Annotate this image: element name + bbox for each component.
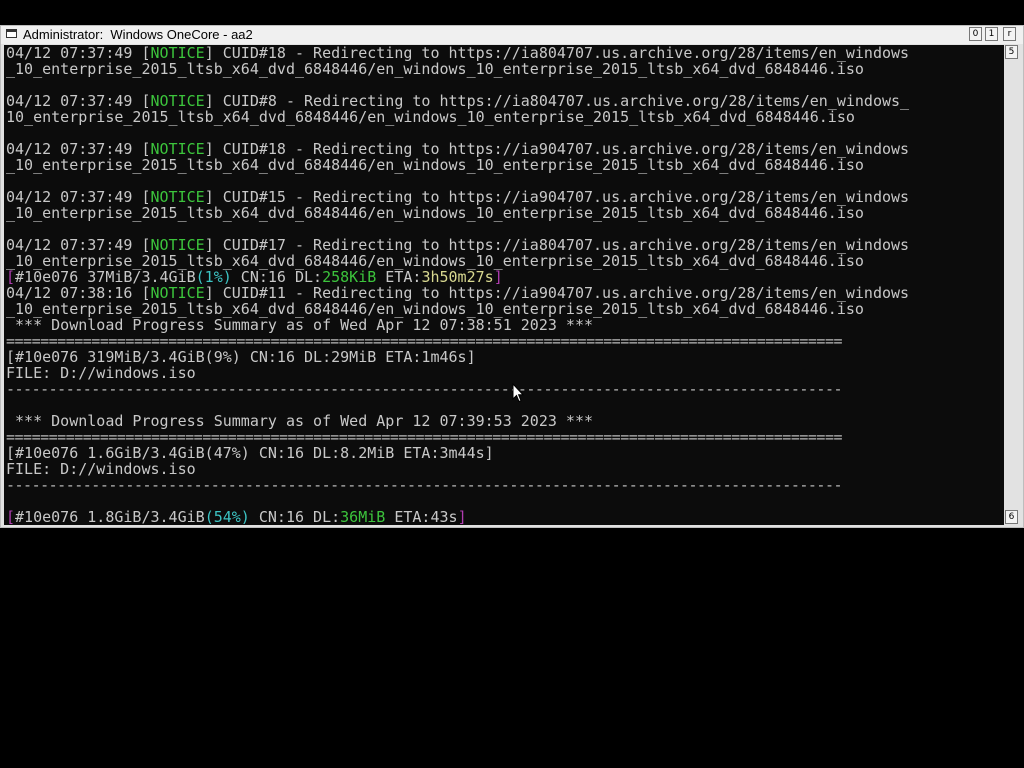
vertical-scrollbar[interactable]: 5 6: [1004, 45, 1020, 525]
console-line: [#10e076 1.6GiB/3.4GiB(47%) CN:16 DL:8.2…: [6, 445, 909, 461]
console-text: #10e076 1.8GiB/3.4GiB: [15, 508, 205, 525]
console-lines: 04/12 07:37:49 [NOTICE] CUID#18 - Redire…: [6, 45, 909, 525]
scroll-down-button[interactable]: 6: [1005, 510, 1018, 524]
console-text: _10_enterprise_2015_ltsb_x64_dvd_6848446…: [6, 60, 864, 78]
console-line: 04/12 07:37:49 [NOTICE] CUID#15 - Redire…: [6, 189, 909, 205]
console-text: _10_enterprise_2015_ltsb_x64_dvd_6848446…: [6, 204, 864, 222]
console-line: ========================================…: [6, 429, 909, 445]
console-line: 10_enterprise_2015_ltsb_x64_dvd_6848446/…: [6, 109, 909, 125]
close-button[interactable]: r: [1003, 27, 1016, 41]
console-line: 04/12 07:38:16 [NOTICE] CUID#11 - Redire…: [6, 285, 909, 301]
maximize-button[interactable]: 1: [985, 27, 998, 41]
console-line: _10_enterprise_2015_ltsb_x64_dvd_6848446…: [6, 157, 909, 173]
console-text: (54%): [204, 508, 250, 525]
console-text: ----------------------------------------…: [6, 380, 843, 398]
console-line: *** Download Progress Summary as of Wed …: [6, 413, 909, 429]
minimize-button[interactable]: 0: [969, 27, 982, 41]
console-line: 04/12 07:37:49 [NOTICE] CUID#18 - Redire…: [6, 45, 909, 61]
console-text: 36MiB: [340, 508, 386, 525]
console-text: [: [6, 508, 16, 525]
console-line: _10_enterprise_2015_ltsb_x64_dvd_6848446…: [6, 301, 909, 317]
console-line: [#10e076 319MiB/3.4GiB(9%) CN:16 DL:29Mi…: [6, 349, 909, 365]
window-title: Administrator: Windows OneCore - aa2: [23, 27, 253, 42]
console-window-icon[interactable]: [6, 29, 17, 38]
console-line: *** Download Progress Summary as of Wed …: [6, 317, 909, 333]
console-text: ----------------------------------------…: [6, 476, 843, 494]
console-line: [#10e076 37MiB/3.4GiB(1%) CN:16 DL:258Ki…: [6, 269, 909, 285]
console-text: CN:16 DL:: [249, 508, 341, 525]
console-line: _10_enterprise_2015_ltsb_x64_dvd_6848446…: [6, 253, 909, 269]
title-bar[interactable]: Administrator: Windows OneCore - aa2 0 1…: [1, 26, 1023, 44]
console-window[interactable]: Administrator: Windows OneCore - aa2 0 1…: [0, 25, 1024, 528]
scroll-up-button[interactable]: 5: [1005, 45, 1018, 59]
console-line: FILE: D://windows.iso: [6, 365, 909, 381]
console-line: ----------------------------------------…: [6, 477, 909, 493]
console-line: 04/12 07:37:49 [NOTICE] CUID#8 - Redirec…: [6, 93, 909, 109]
console-line: 04/12 07:37:49 [NOTICE] CUID#18 - Redire…: [6, 141, 909, 157]
console-line: _10_enterprise_2015_ltsb_x64_dvd_6848446…: [6, 205, 909, 221]
console-text: ETA:43s: [385, 508, 458, 525]
console-text: _10_enterprise_2015_ltsb_x64_dvd_6848446…: [6, 156, 864, 174]
console-line: ----------------------------------------…: [6, 381, 909, 397]
console-line: _10_enterprise_2015_ltsb_x64_dvd_6848446…: [6, 61, 909, 77]
console-text: 10_enterprise_2015_ltsb_x64_dvd_6848446/…: [6, 108, 855, 126]
console-text: ]: [457, 508, 467, 525]
console-output[interactable]: 04/12 07:37:49 [NOTICE] CUID#18 - Redire…: [4, 45, 1004, 525]
console-line: 04/12 07:37:49 [NOTICE] CUID#17 - Redire…: [6, 237, 909, 253]
console-line: FILE: D://windows.iso: [6, 461, 909, 477]
console-line: ========================================…: [6, 333, 909, 349]
console-line: [#10e076 1.8GiB/3.4GiB(54%) CN:16 DL:36M…: [6, 509, 909, 525]
